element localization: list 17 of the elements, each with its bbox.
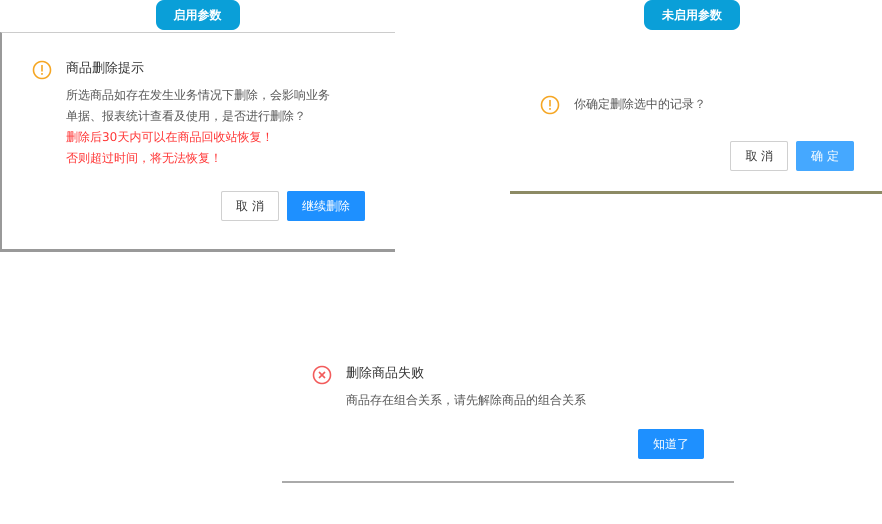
dialog-message: 否则超过时间，将无法恢复！ [66, 150, 223, 167]
dialog-title: 删除商品失败 [346, 365, 425, 383]
warning-icon [32, 60, 52, 80]
dialog-message: 商品存在组合关系，请先解除商品的组合关系 [346, 392, 586, 409]
dialog-button[interactable]: 知道了 [638, 429, 704, 459]
dialog-title: 商品删除提示 [66, 60, 145, 78]
error-icon [312, 365, 332, 385]
dialog-message: 你确定删除选中的记录？ [574, 96, 706, 113]
parameter-header: 启用参数 [156, 0, 240, 30]
warning-icon [540, 95, 560, 115]
parameter-header: 未启用参数 [644, 0, 740, 30]
dialog-button[interactable]: 确 定 [796, 141, 854, 171]
dialog-button[interactable]: 取 消 [730, 141, 788, 171]
dialog-message: 删除后30天内可以在商品回收站恢复！ [66, 129, 274, 146]
dialog-message: 所选商品如存在发生业务情况下删除，会影响业务单据、报表统计查看及使用，是否进行删除？ [66, 87, 331, 125]
dialog-button[interactable]: 取 消 [221, 191, 279, 221]
dialog-button[interactable]: 继续删除 [287, 191, 365, 221]
